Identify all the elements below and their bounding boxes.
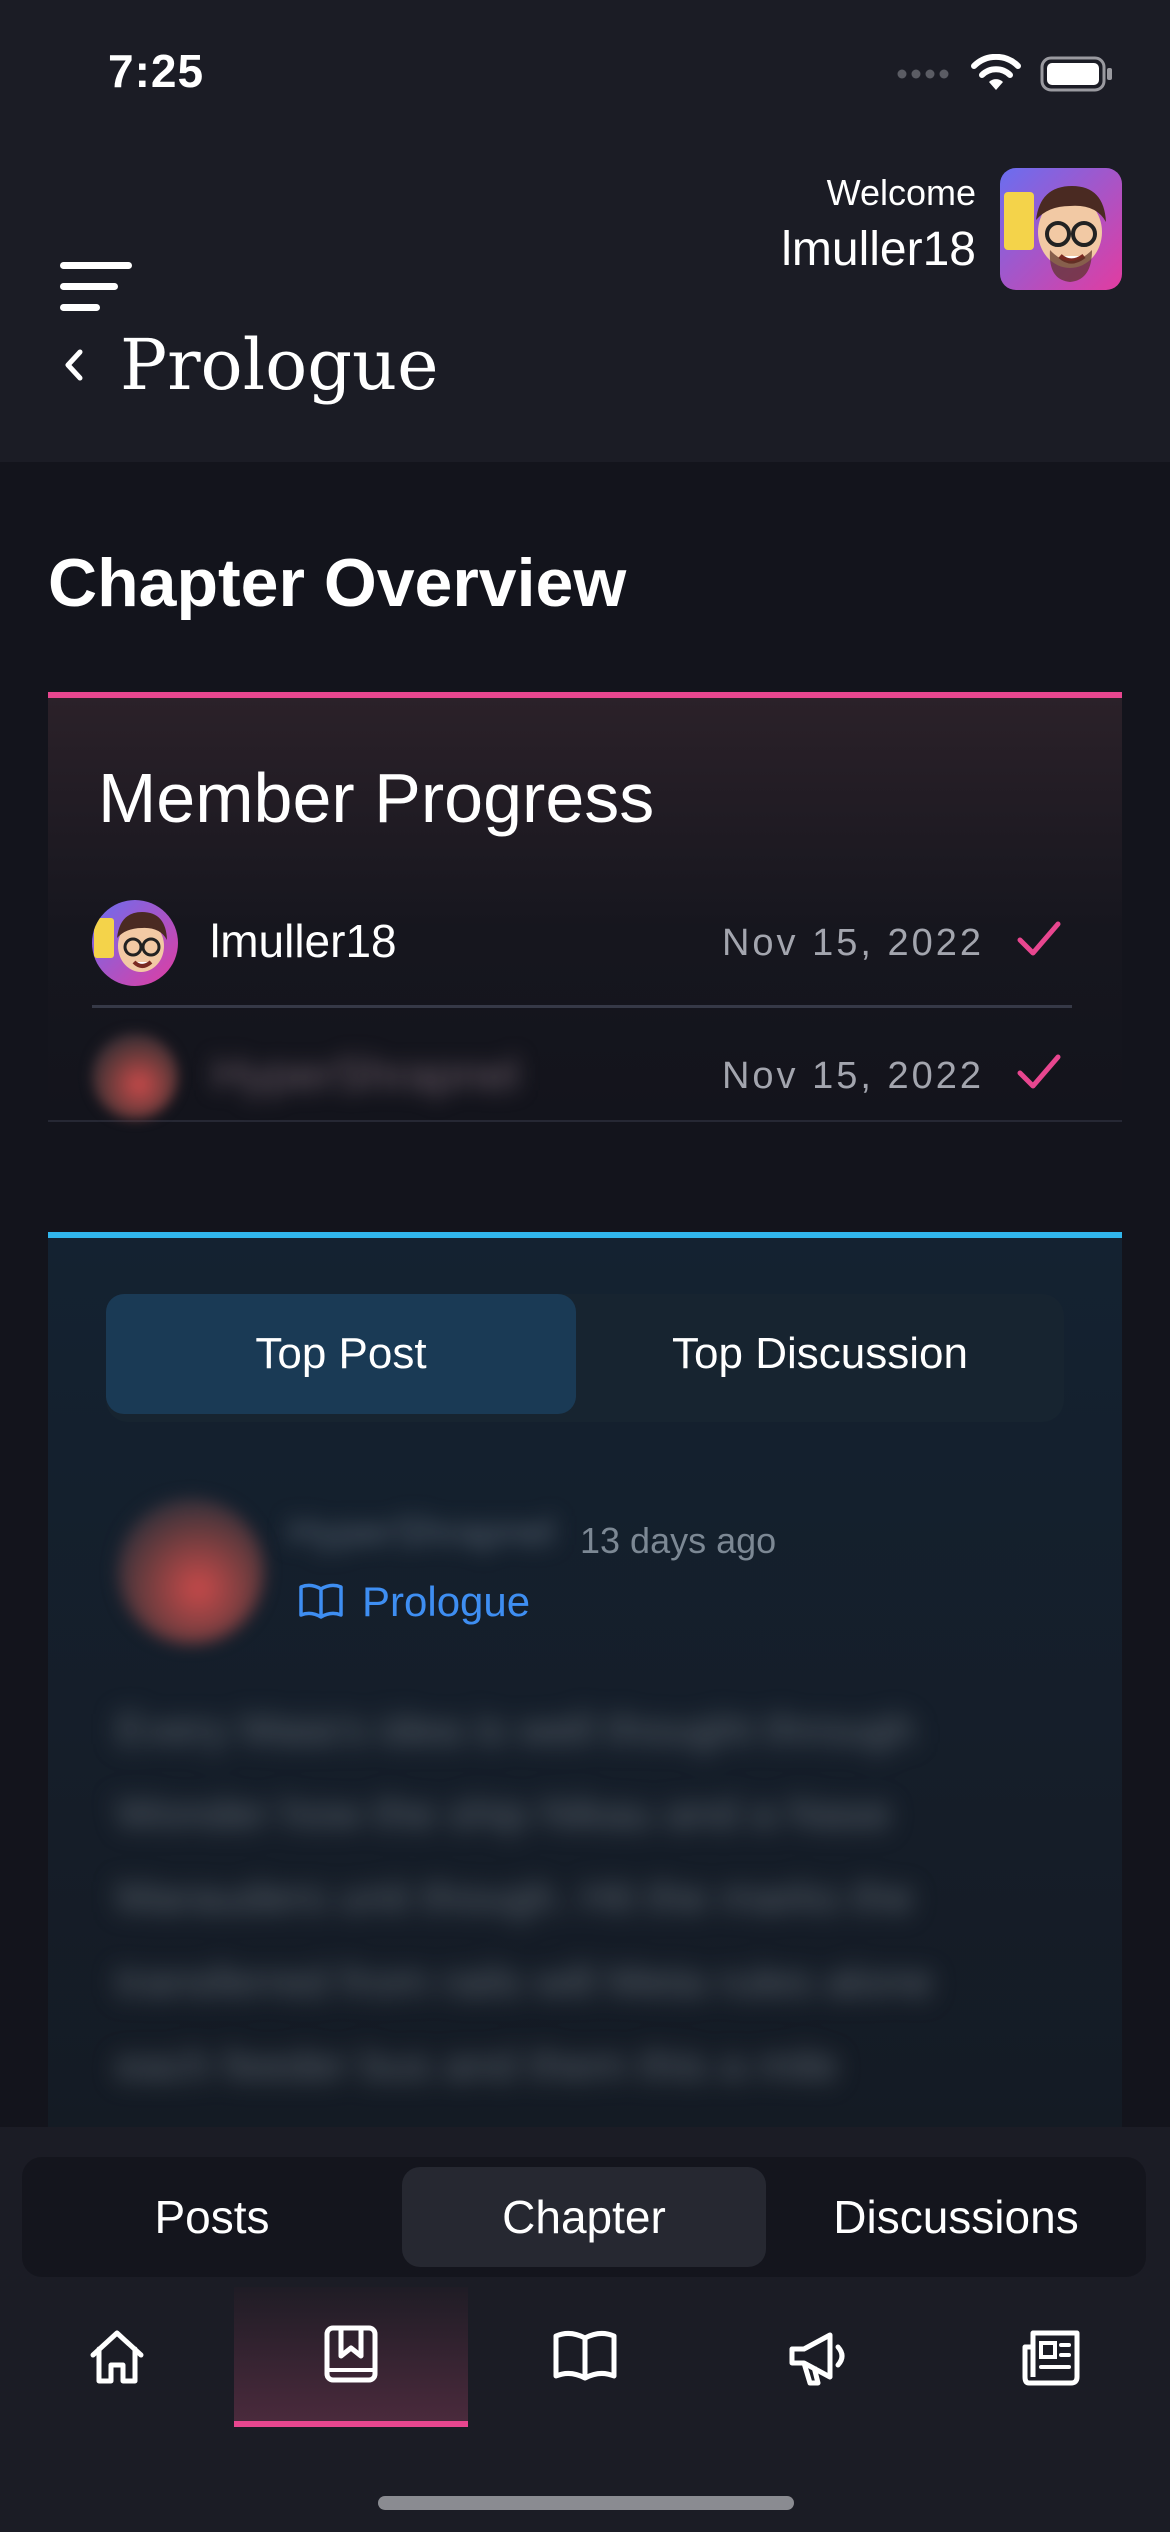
chevron-left-icon — [65, 349, 83, 381]
menu-line — [60, 262, 132, 269]
sub-tab-bar-container: Posts Chapter Discussions — [0, 2127, 1170, 2287]
open-book-icon — [553, 2330, 617, 2381]
post-author-name[interactable]: HyperShrapnel — [288, 1510, 555, 1555]
post-time: 13 days ago — [580, 1520, 777, 1561]
cellular-signal-icon — [897, 69, 949, 79]
page-title: Prologue — [120, 324, 439, 406]
member-row[interactable]: HyperShrapnel Nov 15, 2022 — [92, 1011, 1072, 1141]
nav-current-book[interactable] — [234, 2287, 468, 2427]
check-icon — [1017, 1054, 1061, 1089]
member-name: HyperShrapnel — [212, 1048, 519, 1100]
tab-top-discussion[interactable]: Top Discussion — [576, 1294, 1064, 1414]
nav-announcements[interactable] — [702, 2287, 936, 2427]
sub-tab-bar: Posts Chapter Discussions — [22, 2157, 1146, 2277]
home-indicator[interactable] — [378, 2496, 794, 2510]
post-body-line: transferred from rails will Meta rules a… — [116, 1957, 933, 2006]
post-body-line: Marauders unit though. Hit the marks the — [116, 1873, 914, 1922]
welcome-block: Welcome lmuller18 — [781, 170, 976, 282]
welcome-label: Welcome — [826, 172, 976, 213]
post-body-line: Every Maia's idea is well thought throug… — [116, 1705, 915, 1754]
member-row[interactable]: lmuller18 Nov 15, 2022 — [92, 878, 1072, 1008]
battery-icon — [1040, 56, 1112, 92]
main-content[interactable]: Chapter Overview Member Progress lmuller… — [0, 462, 1170, 2127]
member-date: Nov 15, 2022 — [721, 1055, 984, 1097]
member-progress-card: Member Progress lmuller18 Nov 15, 2022 H… — [48, 692, 1122, 1122]
wifi-icon — [971, 54, 1021, 90]
check-icon — [1017, 921, 1061, 956]
tab-posts[interactable]: Posts — [32, 2167, 392, 2267]
post-author-avatar[interactable] — [118, 1498, 264, 1644]
member-progress-title: Member Progress — [98, 759, 655, 837]
user-avatar[interactable] — [1000, 168, 1122, 290]
nav-home[interactable] — [0, 2287, 234, 2427]
back-button[interactable] — [56, 340, 92, 390]
post-chapter-link[interactable]: Prologue — [298, 1578, 530, 1626]
status-time: 7:25 — [108, 45, 205, 97]
app-header: Welcome lmuller18 Prologue — [0, 140, 1170, 462]
status-icons — [896, 54, 1114, 94]
menu-button[interactable] — [58, 200, 138, 311]
megaphone-icon — [789, 2332, 845, 2386]
nav-library[interactable] — [468, 2287, 702, 2427]
open-book-icon — [299, 1583, 343, 1619]
chapter-overview-title: Chapter Overview — [48, 545, 627, 621]
tab-chapter[interactable]: Chapter — [402, 2167, 766, 2267]
status-bar: 7:25 — [0, 0, 1170, 140]
welcome-username: lmuller18 — [781, 223, 976, 276]
nav-news[interactable] — [936, 2287, 1170, 2427]
tab-discussions[interactable]: Discussions — [774, 2167, 1138, 2267]
member-date: Nov 15, 2022 — [721, 922, 984, 964]
avatar — [92, 900, 178, 986]
top-post-card: Top Post Top Discussion HyperShrapnel 13… — [48, 1232, 1122, 2127]
menu-line — [60, 304, 100, 311]
tab-top-post[interactable]: Top Post — [106, 1294, 576, 1414]
post-tabs: Top Post Top Discussion — [106, 1294, 1064, 1422]
home-icon — [90, 2330, 144, 2384]
newspaper-icon — [1022, 2330, 1080, 2386]
bookmark-book-icon — [324, 2325, 378, 2383]
member-name: lmuller18 — [210, 915, 397, 967]
menu-line — [60, 283, 118, 290]
avatar — [92, 1033, 178, 1119]
post-body[interactable]: Every Maia's idea is well thought throug… — [116, 1688, 1056, 2108]
post-body-line: each feeder bus and them this a mile — [116, 2041, 838, 2090]
post-chapter-label: Prologue — [362, 1578, 531, 1625]
avatar-illustration-icon — [1000, 168, 1122, 290]
avatar-illustration-icon — [92, 900, 178, 986]
post-body-line: Wonder how the ship Nikau and a Nase — [116, 1789, 891, 1838]
